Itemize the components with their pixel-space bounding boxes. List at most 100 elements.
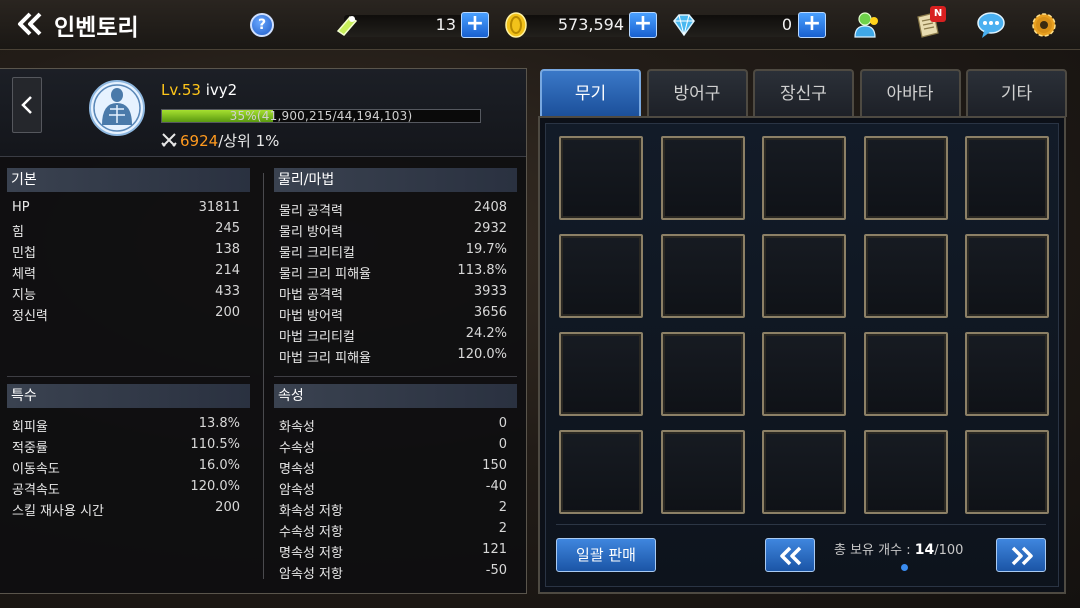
inventory-slot[interactable]: [762, 136, 846, 220]
inventory-slot[interactable]: [762, 430, 846, 514]
experience-text: 35%(41,900,215/44,194,103): [229, 109, 413, 123]
character-class-avatar: [89, 80, 145, 136]
inventory-slot[interactable]: [863, 234, 948, 318]
inventory-tab[interactable]: 기타: [966, 69, 1067, 117]
inventory-slot[interactable]: [965, 136, 1049, 220]
physmag-stat-list: 물리 공격력 2408 물리 방어력 2932 물리 크리티컬 19.7% 물리 크리 피해…: [279, 198, 507, 366]
stat-row: 물리 크리티컬 19.7%: [279, 240, 507, 261]
notification-badge: N: [930, 6, 946, 22]
inventory-slot[interactable]: [863, 430, 948, 514]
inventory-slot[interactable]: [559, 332, 643, 416]
add-energy-button[interactable]: +: [461, 12, 489, 38]
column-divider: [263, 173, 264, 579]
collapse-panel-button[interactable]: [12, 77, 42, 133]
stat-value: 31811: [198, 200, 240, 215]
item-count: 총 보유 개수 : 14/100: [834, 539, 963, 558]
inventory-tab[interactable]: 장신구: [753, 69, 854, 117]
inventory-slot[interactable]: [660, 332, 745, 416]
stat-value: 120.0%: [190, 479, 240, 494]
stat-name: 수속성: [279, 441, 315, 456]
stat-row: 수속성 0: [279, 435, 507, 456]
stat-name: 마법 크리티컬: [279, 330, 355, 345]
stat-name: 정신력: [12, 309, 48, 324]
section-element-header: 속성: [274, 384, 517, 408]
chat-icon[interactable]: [975, 9, 1007, 41]
friends-icon[interactable]: [852, 9, 884, 41]
inventory-slot[interactable]: [762, 234, 846, 318]
stat-name: 민첩: [12, 246, 36, 261]
back-icon[interactable]: [14, 9, 44, 39]
help-icon[interactable]: ?: [250, 13, 274, 37]
inventory-tab[interactable]: 무기: [540, 69, 641, 117]
gold-currency: 573,594 +: [502, 11, 662, 39]
stat-name: 체력: [12, 267, 36, 282]
inventory-slot[interactable]: [660, 430, 745, 514]
level-and-name: Lv.53 ivy2: [161, 81, 237, 99]
stat-row: 마법 공격력 3933: [279, 282, 507, 303]
stat-row: 마법 방어력 3656: [279, 303, 507, 324]
inventory-slot[interactable]: [559, 136, 643, 220]
stat-row: 체력 214: [12, 261, 240, 282]
stat-value: 110.5%: [190, 437, 240, 452]
inventory-slot[interactable]: [863, 136, 948, 220]
inventory-tab[interactable]: 아바타: [859, 69, 961, 117]
inventory-slot[interactable]: [660, 136, 745, 220]
inventory-slot[interactable]: [965, 234, 1049, 318]
section-basic-header: 기본: [7, 168, 250, 192]
stat-value: 2932: [473, 221, 507, 236]
stat-value: 150: [482, 458, 507, 473]
stat-name: 암속성: [279, 483, 315, 498]
stat-row: 정신력 200: [12, 303, 240, 324]
inventory-slot[interactable]: [559, 430, 643, 514]
add-gold-button[interactable]: +: [629, 12, 657, 38]
inventory-slot[interactable]: [762, 332, 846, 416]
gem-value: 0: [781, 15, 792, 34]
inventory-slot[interactable]: [863, 332, 948, 416]
special-stat-list: 회피율 13.8% 적중률 110.5% 이동속도 16.0% 공격속도 120.0% 스킬 재…: [12, 414, 240, 519]
section-physmag-header: 물리/마법: [274, 168, 517, 192]
stat-name: 이동속도: [12, 462, 60, 477]
stat-row: 힘 245: [12, 219, 240, 240]
next-page-button[interactable]: [996, 538, 1046, 572]
stat-value: -40: [485, 479, 507, 494]
previous-page-button[interactable]: [765, 538, 815, 572]
energy-icon: [336, 16, 358, 36]
inventory-slot[interactable]: [965, 332, 1049, 416]
stat-name: 물리 공격력: [279, 204, 343, 219]
stat-name: 마법 공격력: [279, 288, 343, 303]
stat-row: 물리 방어력 2932: [279, 219, 507, 240]
stat-row: 마법 크리 피해율 120.0%: [279, 345, 507, 366]
stat-name: 물리 크리 피해율: [279, 267, 371, 282]
stat-row: 지능 433: [12, 282, 240, 303]
stat-name: 화속성: [279, 420, 315, 435]
inventory-slot[interactable]: [660, 234, 745, 318]
bulk-sell-button[interactable]: 일괄 판매: [556, 538, 656, 572]
settings-gear-icon[interactable]: [1028, 9, 1060, 41]
stat-value: 121: [482, 542, 507, 557]
inventory-slot[interactable]: [965, 430, 1049, 514]
stat-name: 스킬 재사용 시간: [12, 504, 104, 519]
stat-row: 적중률 110.5%: [12, 435, 240, 456]
top-bar: 인벤토리 ? 13 + 573,594 + 0 + N: [0, 0, 1080, 50]
stat-value: 24.2%: [465, 326, 507, 341]
stat-row: 이동속도 16.0%: [12, 456, 240, 477]
stat-value: 200: [215, 500, 240, 515]
stat-value: 214: [215, 263, 240, 278]
stat-row: 암속성 -40: [279, 477, 507, 498]
character-stats-panel: Lv.53 ivy2 35%(41,900,215/44,194,103) 69…: [0, 68, 527, 594]
stat-value: 120.0%: [457, 347, 507, 362]
add-gem-button[interactable]: +: [798, 12, 826, 38]
stat-row: 물리 공격력 2408: [279, 198, 507, 219]
combat-power-value: 6924: [180, 132, 219, 150]
divider: [556, 524, 1046, 525]
stat-value: 13.8%: [198, 416, 240, 431]
inventory-panel: [538, 116, 1066, 594]
inventory-slot[interactable]: [559, 234, 643, 318]
stat-value: 138: [215, 242, 240, 257]
inventory-tab[interactable]: 방어구: [646, 69, 748, 117]
stat-row: 수속성 저항 2: [279, 519, 507, 540]
item-count-label: 총 보유 개수 :: [834, 543, 915, 558]
stat-name: 힘: [12, 225, 24, 240]
level-label: Lv.53: [161, 81, 201, 99]
stat-name: 공격속도: [12, 483, 60, 498]
